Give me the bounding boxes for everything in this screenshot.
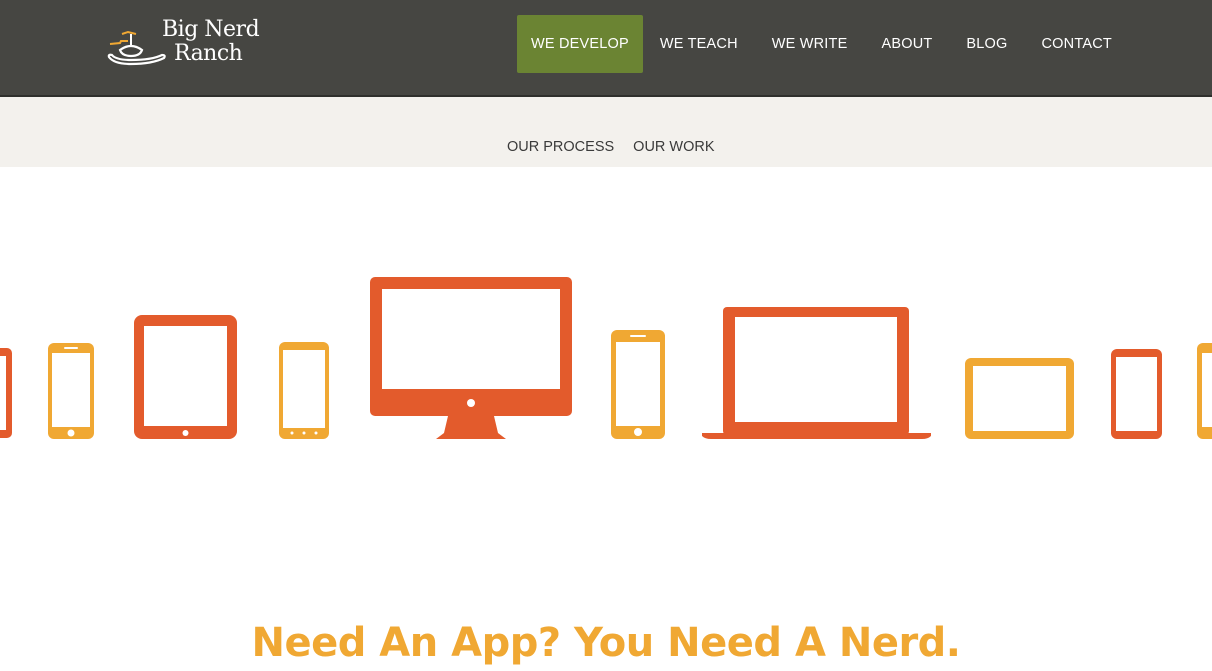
brand-name-line1: Big Nerd — [162, 17, 260, 42]
subnav-item-our-process[interactable]: Our Process — [507, 139, 614, 155]
subnav-item-our-work[interactable]: Our Work — [633, 139, 714, 155]
nav-item-we-develop[interactable]: We Develop — [517, 15, 643, 73]
desktop-monitor-icon — [370, 277, 572, 439]
nav-item-about[interactable]: About — [864, 15, 949, 73]
phone-icon — [611, 330, 665, 439]
nav-item-we-teach[interactable]: We Teach — [643, 15, 755, 73]
devices-illustration — [0, 277, 1212, 439]
nav-item-blog[interactable]: Blog — [949, 15, 1024, 73]
tablet-landscape-icon — [965, 358, 1074, 439]
phone-icon — [48, 343, 94, 439]
phone-icon — [1197, 343, 1212, 439]
sub-nav: Our Process Our Work — [507, 139, 715, 155]
site-header: Big Nerd Ranch We Develop We Teach We Wr… — [0, 0, 1212, 97]
nav-item-we-write[interactable]: We Write — [755, 15, 865, 73]
nav-item-contact[interactable]: Contact — [1025, 15, 1129, 73]
phone-icon — [279, 342, 329, 439]
tablet-icon — [134, 315, 237, 439]
brand-name-line2: Ranch — [174, 41, 243, 66]
phone-icon — [0, 348, 12, 438]
main-nav: We Develop We Teach We Write About Blog … — [517, 15, 1129, 73]
hero-headline: Need An App? You Need A Nerd. — [251, 619, 961, 666]
sub-navigation-bar: Our Process Our Work — [0, 97, 1212, 167]
phone-icon — [1111, 349, 1162, 439]
brand-logo[interactable]: Big Nerd Ranch — [106, 18, 276, 70]
cowboy-hat-propeller-icon — [107, 30, 166, 66]
laptop-icon — [702, 307, 931, 439]
